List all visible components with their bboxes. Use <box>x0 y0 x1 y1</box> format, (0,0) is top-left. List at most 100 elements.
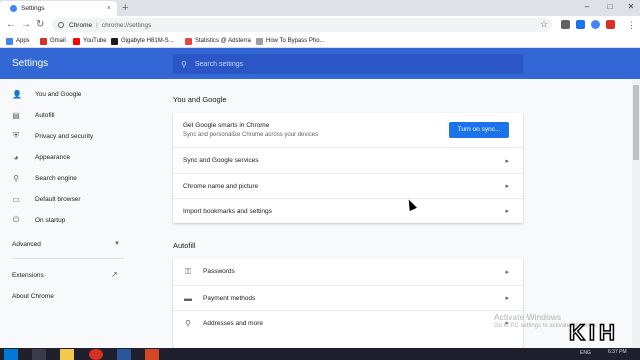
close-window-button[interactable]: ✕ <box>624 0 638 14</box>
reload-button[interactable]: ↻ <box>36 18 44 32</box>
row-sync-and-google-services[interactable]: Sync and Google services ▸ <box>173 147 523 173</box>
browser-icon: ▭ <box>12 194 20 204</box>
open-in-new-icon[interactable]: ↗ <box>111 270 118 279</box>
turn-on-sync-button[interactable]: Turn on sync... <box>449 122 509 138</box>
bookmark-label: How To Bypass Pho... <box>266 38 325 44</box>
tab-close-icon[interactable]: × <box>107 5 111 12</box>
sidebar-divider <box>12 258 124 259</box>
bookmark-adsterra[interactable]: Statistics @ Adsterra <box>185 36 251 46</box>
sidebar-item-label: Privacy and security <box>35 132 94 140</box>
start-button[interactable] <box>4 349 18 360</box>
bookmark-bypass[interactable]: How To Bypass Pho... <box>256 36 325 46</box>
bookmark-label: Statistics @ Adsterra <box>195 38 251 44</box>
sidebar-item-autofill[interactable]: ▤ Autofill <box>12 109 55 121</box>
address-bar[interactable]: Chrome | chrome://settings <box>52 18 552 32</box>
you-and-google-card: Get Google smarts in Chrome Sync and per… <box>173 113 523 223</box>
sidebar-item-you-and-google[interactable]: 👤 You and Google <box>12 88 81 100</box>
sidebar-item-appearance[interactable]: ◕ Appearance <box>12 151 70 163</box>
minimize-button[interactable]: – <box>580 0 594 14</box>
file-explorer-icon[interactable] <box>60 349 74 360</box>
tab-title: Settings <box>21 5 45 12</box>
row-label: Passwords <box>203 268 235 275</box>
extension-icon-4[interactable] <box>606 20 615 29</box>
bookmark-star-icon[interactable]: ☆ <box>540 19 548 30</box>
sidebar-item-label: On startup <box>35 216 66 224</box>
bookmark-label: Gigabyte H81M-S... <box>121 38 174 44</box>
title-bar: Settings × + – □ ✕ <box>0 0 640 16</box>
sidebar-item-label: You and Google <box>35 90 82 98</box>
word-icon[interactable] <box>117 349 131 360</box>
chevron-right-icon: ▸ <box>505 157 509 165</box>
browser-toolbar: ← → ↻ Chrome | chrome://settings ☆ ⋮ <box>0 16 640 34</box>
row-import-bookmarks[interactable]: Import bookmarks and settings ▸ <box>173 198 523 223</box>
chevron-right-icon: ▸ <box>505 183 509 190</box>
row-passwords[interactable]: ⚿ Passwords ▸ <box>173 258 523 285</box>
row-chrome-name-and-picture[interactable]: Chrome name and picture ▸ <box>173 173 523 198</box>
extension-icon-2[interactable] <box>576 20 585 29</box>
activate-windows-title: Activate Windows <box>494 312 562 322</box>
address-scheme: Chrome <box>69 21 93 29</box>
page-scrollbar[interactable] <box>632 79 640 348</box>
section-title-you-and-google: You and Google <box>173 95 227 104</box>
search-icon: ⚲ <box>13 173 19 183</box>
sidebar-item-label: Autofill <box>35 111 55 119</box>
scrollbar-thumb[interactable] <box>633 85 639 160</box>
row-label: Chrome name and picture <box>183 182 259 190</box>
maximize-button[interactable]: □ <box>603 0 617 14</box>
bookmark-gigabyte[interactable]: Gigabyte H81M-S... <box>111 36 174 46</box>
sidebar-item-privacy[interactable]: ⛨ Privacy and security <box>12 130 93 142</box>
palette-icon: ◕ <box>13 152 19 162</box>
bookmark-label: YouTube <box>83 38 107 44</box>
language-indicator[interactable]: ENG <box>580 350 591 356</box>
bookmark-gmail[interactable]: Gmail <box>40 36 66 46</box>
page-title: Settings <box>12 58 49 69</box>
address-url[interactable]: chrome://settings <box>102 22 152 29</box>
advanced-label: Advanced <box>12 241 41 248</box>
clipboard-icon: ▤ <box>12 110 20 120</box>
chrome-menu-button[interactable]: ⋮ <box>627 18 636 32</box>
sidebar-item-on-startup[interactable]: ⏻ On startup <box>12 214 66 226</box>
sidebar-item-extensions[interactable]: Extensions <box>12 272 44 279</box>
taskbar-app-1[interactable] <box>32 349 46 360</box>
powerpoint-icon[interactable] <box>145 349 159 360</box>
windows-taskbar: ENG 6:37 PM <box>0 348 640 360</box>
chevron-right-icon: ▸ <box>505 295 509 302</box>
sync-promo-title: Get Google smarts in Chrome <box>183 122 270 129</box>
chevron-right-icon: ▸ <box>505 208 509 215</box>
address-separator: | <box>96 21 98 29</box>
row-payment-methods[interactable]: ▬ Payment methods ▸ <box>173 285 523 310</box>
chevron-down-icon: ▼ <box>114 241 120 247</box>
chrome-taskbar-icon[interactable] <box>89 349 103 360</box>
sidebar-advanced-toggle[interactable]: Advanced ▼ <box>12 241 120 248</box>
bookmark-label: Apps <box>16 38 30 44</box>
gmail-icon <box>40 37 47 45</box>
forward-button[interactable]: → <box>21 18 31 32</box>
sidebar-item-label: Appearance <box>35 153 71 161</box>
bookmark-youtube[interactable]: YouTube <box>73 36 107 46</box>
settings-tab[interactable]: Settings × <box>0 1 117 16</box>
bookmarks-bar: Apps Gmail YouTube Gigabyte H81M-S... St… <box>0 34 640 48</box>
extension-icon-3[interactable] <box>591 20 600 29</box>
shield-icon: ⛨ <box>13 131 19 140</box>
gigabyte-icon <box>111 37 118 45</box>
row-label: Addresses and more <box>203 319 263 327</box>
new-tab-button[interactable]: + <box>122 2 128 14</box>
power-icon: ⏻ <box>12 215 20 224</box>
taskbar-clock[interactable]: 6:37 PM <box>608 349 627 355</box>
kih-logo: KIH <box>568 320 619 346</box>
extension-icon-1[interactable] <box>561 20 570 29</box>
section-title-autofill: Autofill <box>173 241 196 250</box>
search-box[interactable]: ⚲ <box>173 54 523 74</box>
search-input[interactable] <box>194 60 495 68</box>
site-info-icon[interactable] <box>58 22 64 28</box>
location-pin-icon: ⚲ <box>185 318 191 328</box>
sidebar-item-default-browser[interactable]: ▭ Default browser <box>12 193 80 205</box>
sidebar-item-about-chrome[interactable]: About Chrome <box>12 293 54 300</box>
apps-grid-icon <box>6 37 13 45</box>
back-button[interactable]: ← <box>6 18 16 32</box>
search-icon: ⚲ <box>181 59 187 69</box>
sidebar-item-search-engine[interactable]: ⚲ Search engine <box>12 172 77 184</box>
bookmark-apps[interactable]: Apps <box>6 36 30 46</box>
row-label: Sync and Google services <box>183 157 259 164</box>
row-addresses[interactable]: ⚲ Addresses and more ▸ <box>173 310 523 335</box>
